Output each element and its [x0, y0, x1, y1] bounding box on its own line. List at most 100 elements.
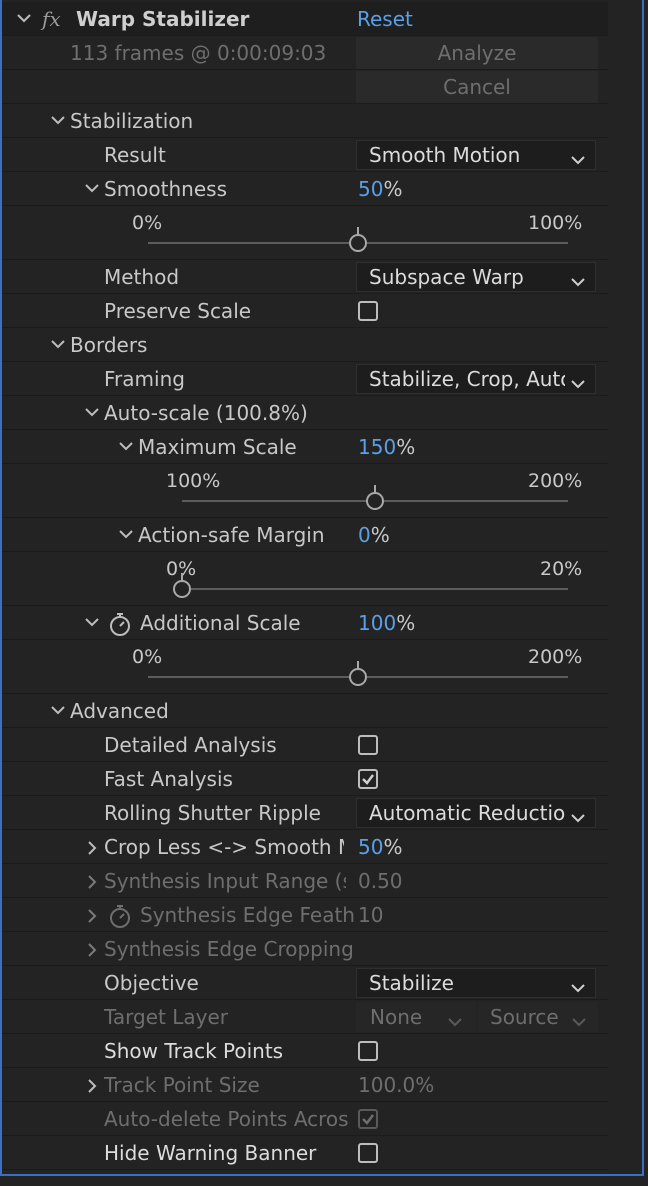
chevron-right-icon[interactable] — [86, 864, 104, 898]
maximum-scale-min-label: 100% — [166, 470, 221, 492]
chevron-down-icon[interactable] — [118, 518, 136, 552]
slider-track[interactable] — [182, 588, 568, 590]
objective-dropdown[interactable]: Stabilize — [356, 968, 596, 998]
smoothness-value[interactable]: 50 — [358, 177, 383, 201]
show-track-points-row: Show Track Points — [2, 1034, 608, 1068]
effect-header-row: fx Warp Stabilizer Reset — [2, 2, 608, 36]
chevron-down-icon — [571, 374, 585, 393]
reset-link[interactable]: Reset — [357, 2, 413, 36]
slider-knob[interactable] — [366, 492, 384, 510]
effect-title: Warp Stabilizer — [76, 7, 250, 31]
slider-knob-stem — [374, 485, 376, 493]
additional-scale-slider-row: 0% 200% — [2, 640, 608, 694]
target-layer-value: None — [370, 1005, 423, 1029]
crop-less-value[interactable]: 50 — [358, 835, 383, 859]
crop-less-row: Crop Less <-> Smooth M 50% — [2, 830, 608, 864]
additional-scale-label: Additional Scale — [140, 611, 301, 635]
chevron-down-icon — [572, 1012, 586, 1031]
maximum-scale-value[interactable]: 150 — [358, 435, 396, 459]
borders-section-row[interactable]: Borders — [2, 328, 608, 362]
crop-less-unit: % — [383, 835, 403, 859]
chevron-down-icon[interactable] — [50, 694, 68, 728]
synthesis-edge-cropping-label: Synthesis Edge Cropping — [104, 937, 354, 961]
fast-analysis-checkbox[interactable] — [358, 769, 378, 789]
slider-knob[interactable] — [349, 234, 367, 252]
auto-delete-points-checkbox — [358, 1109, 378, 1129]
additional-scale-unit: % — [396, 611, 416, 635]
chevron-right-icon[interactable] — [86, 898, 104, 932]
chevron-down-icon[interactable] — [118, 430, 136, 464]
chevron-down-icon[interactable] — [84, 606, 102, 640]
framing-row: Framing Stabilize, Crop, Auto — [2, 362, 608, 396]
target-source-dropdown: Source — [478, 1002, 598, 1032]
borders-label: Borders — [70, 333, 148, 357]
detailed-analysis-checkbox[interactable] — [358, 735, 378, 755]
show-track-points-label: Show Track Points — [104, 1039, 284, 1063]
slider-knob-stem — [357, 227, 359, 235]
auto-scale-row: Auto-scale (100.8%) — [2, 396, 608, 430]
auto-delete-points-row: Auto-delete Points Acros — [2, 1102, 608, 1136]
result-dropdown[interactable]: Smooth Motion — [356, 140, 596, 170]
hide-warning-banner-checkbox[interactable] — [358, 1143, 378, 1163]
smoothness-slider-row: 0% 100% — [2, 206, 608, 260]
objective-label: Objective — [104, 971, 199, 995]
smoothness-label: Smoothness — [104, 177, 227, 201]
chevron-right-icon[interactable] — [86, 830, 104, 864]
slider-knob[interactable] — [349, 668, 367, 686]
result-dropdown-value: Smooth Motion — [369, 143, 521, 167]
additional-scale-min-label: 0% — [132, 646, 163, 668]
chevron-down-icon[interactable] — [50, 104, 68, 138]
auto-scale-label: Auto-scale (100.8%) — [104, 401, 308, 425]
action-safe-margin-label: Action-safe Margin — [138, 523, 325, 547]
stopwatch-icon[interactable] — [108, 611, 132, 641]
collapse-chevron-icon[interactable] — [16, 2, 34, 36]
additional-scale-max-label: 200% — [528, 646, 583, 668]
preserve-scale-row: Preserve Scale — [2, 294, 608, 328]
analyze-row: 113 frames @ 0:00:09:03 Analyze — [2, 36, 608, 70]
chevron-down-icon — [448, 1012, 462, 1031]
chevron-down-icon — [571, 150, 585, 169]
target-source-value: Source — [490, 1005, 559, 1029]
maximum-scale-unit: % — [396, 435, 416, 459]
track-point-size-value: 100.0% — [358, 1073, 435, 1097]
fast-analysis-label: Fast Analysis — [104, 767, 233, 791]
method-dropdown[interactable]: Subspace Warp — [356, 262, 596, 292]
stabilization-section-row[interactable]: Stabilization — [2, 104, 608, 138]
track-point-size-label: Track Point Size — [104, 1073, 260, 1097]
analyze-button[interactable]: Analyze — [356, 37, 598, 69]
rolling-shutter-ripple-row: Rolling Shutter Ripple Automatic Reducti… — [2, 796, 608, 830]
additional-scale-value[interactable]: 100 — [358, 611, 396, 635]
chevron-down-icon — [571, 808, 585, 827]
effect-controls-panel: fx Warp Stabilizer Reset 113 frames @ 0:… — [0, 0, 644, 1176]
cancel-button[interactable]: Cancel — [356, 71, 598, 103]
framing-dropdown[interactable]: Stabilize, Crop, Auto — [356, 364, 596, 394]
slider-knob-stem — [357, 661, 359, 669]
additional-scale-row: Additional Scale 100% — [2, 606, 608, 640]
chevron-right-icon[interactable] — [86, 932, 104, 966]
chevron-right-icon[interactable] — [86, 1068, 104, 1102]
rolling-shutter-ripple-label: Rolling Shutter Ripple — [104, 801, 321, 825]
slider-knob-stem — [181, 573, 183, 581]
rolling-shutter-ripple-dropdown[interactable]: Automatic Reductio — [356, 798, 596, 828]
synthesis-edge-feather-label: Synthesis Edge Feath — [140, 903, 355, 927]
synthesis-edge-feather-value: 10 — [358, 903, 384, 927]
fx-icon[interactable]: fx — [42, 2, 61, 36]
chevron-down-icon[interactable] — [50, 328, 68, 362]
stopwatch-icon — [108, 903, 132, 933]
preserve-scale-checkbox[interactable] — [358, 301, 378, 321]
action-safe-margin-value[interactable]: 0 — [358, 523, 371, 547]
smoothness-unit: % — [383, 177, 403, 201]
show-track-points-checkbox[interactable] — [358, 1041, 378, 1061]
synthesis-edge-feather-row: Synthesis Edge Feath 10 — [2, 898, 608, 932]
hide-warning-banner-label: Hide Warning Banner — [104, 1141, 317, 1165]
action-safe-margin-row: Action-safe Margin 0% — [2, 518, 608, 552]
smoothness-max-label: 100% — [528, 212, 583, 234]
target-layer-dropdown: None — [356, 1002, 476, 1032]
chevron-down-icon[interactable] — [84, 396, 102, 430]
preserve-scale-label: Preserve Scale — [104, 299, 252, 323]
chevron-down-icon[interactable] — [84, 172, 102, 206]
slider-knob[interactable] — [173, 580, 191, 598]
advanced-label: Advanced — [70, 699, 169, 723]
advanced-section-row[interactable]: Advanced — [2, 694, 608, 728]
frames-info: 113 frames @ 0:00:09:03 — [70, 41, 327, 65]
